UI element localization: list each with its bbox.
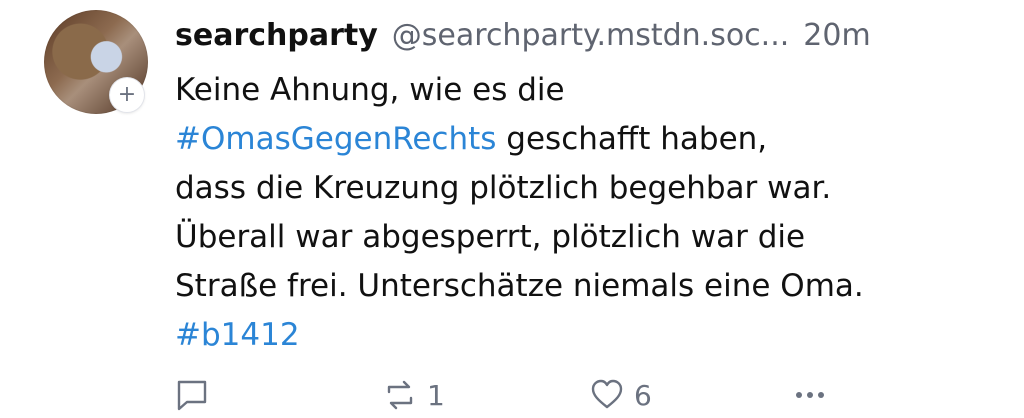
content-line: Keine Ahnung, wie es die: [175, 72, 565, 108]
more-icon: [796, 392, 824, 398]
hashtag-link[interactable]: #b1412: [175, 317, 300, 353]
reblog-button[interactable]: 1: [383, 378, 445, 412]
more-button[interactable]: [793, 378, 827, 412]
avatar-container: +: [44, 10, 150, 116]
post-actions: 1 6: [175, 378, 835, 418]
reply-icon: [177, 380, 207, 411]
post-header: searchparty @searchparty.mstdn.soc... 20…: [175, 14, 995, 58]
content-line: #OmasGegenRechts geschafft haben,: [175, 115, 995, 164]
heart-icon: [591, 379, 623, 409]
follow-button[interactable]: +: [110, 78, 144, 112]
post-timestamp[interactable]: 20m: [803, 14, 870, 58]
content-line: Straße frei. Unterschätze niemals eine O…: [175, 268, 864, 304]
post-content: Keine Ahnung, wie es die #OmasGegenRecht…: [175, 66, 995, 360]
display-name[interactable]: searchparty: [175, 14, 378, 58]
favourite-button[interactable]: 6: [590, 378, 652, 412]
reblog-count: 1: [427, 378, 445, 412]
plus-icon: +: [117, 82, 137, 107]
account-handle[interactable]: @searchparty.mstdn.soc...: [392, 14, 790, 58]
content-text: geschafft haben,: [496, 121, 768, 157]
reply-button[interactable]: [175, 378, 209, 412]
reblog-icon: [387, 380, 413, 410]
hashtag-link[interactable]: #OmasGegenRechts: [175, 121, 496, 157]
content-line: dass die Kreuzung plötzlich begehbar war…: [175, 170, 832, 206]
content-line: #b1412: [175, 311, 995, 360]
favourite-count: 6: [634, 378, 652, 412]
content-line: Überall war abgesperrt, plötzlich war di…: [175, 219, 806, 255]
